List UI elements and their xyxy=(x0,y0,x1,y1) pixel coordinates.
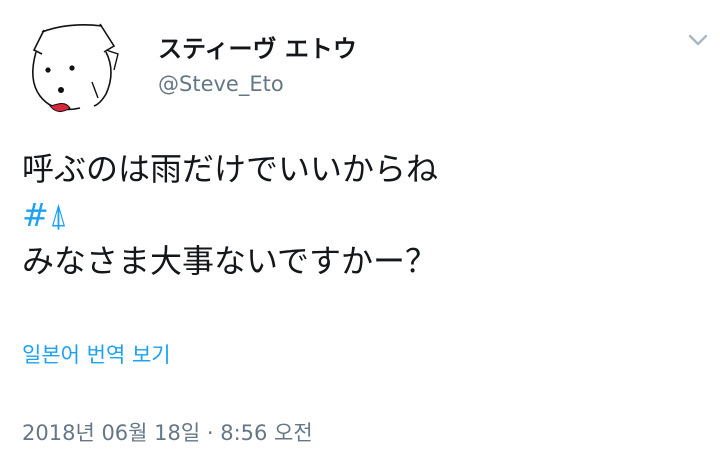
translate-button[interactable]: 일본어 번역 보기 xyxy=(22,340,171,370)
tweet-text: 呼ぶのは雨だけでいいからね #⍋ みなさま大事ないですかー？ xyxy=(22,146,438,284)
display-name[interactable]: スティーヴ エトウ xyxy=(158,34,357,64)
tweet-timestamp: 2018년 06월 18일 · 8:56 오전 xyxy=(22,421,313,445)
user-handle[interactable]: @Steve_Eto xyxy=(158,70,284,98)
tweet-text-line: みなさま大事ないですかー？ xyxy=(22,242,438,280)
hashtag-link[interactable]: #⍋ xyxy=(22,192,438,238)
tweet-menu-button[interactable] xyxy=(684,28,712,52)
dog-sketch-avatar-icon xyxy=(14,10,124,120)
tweet-text-line: 呼ぶのは雨だけでいいからね xyxy=(22,150,439,188)
chevron-down-icon xyxy=(688,34,708,46)
avatar[interactable] xyxy=(14,10,124,120)
tweet-card: スティーヴ エトウ @Steve_Eto 呼ぶのは雨だけでいいからね #⍋ みな… xyxy=(0,0,720,462)
